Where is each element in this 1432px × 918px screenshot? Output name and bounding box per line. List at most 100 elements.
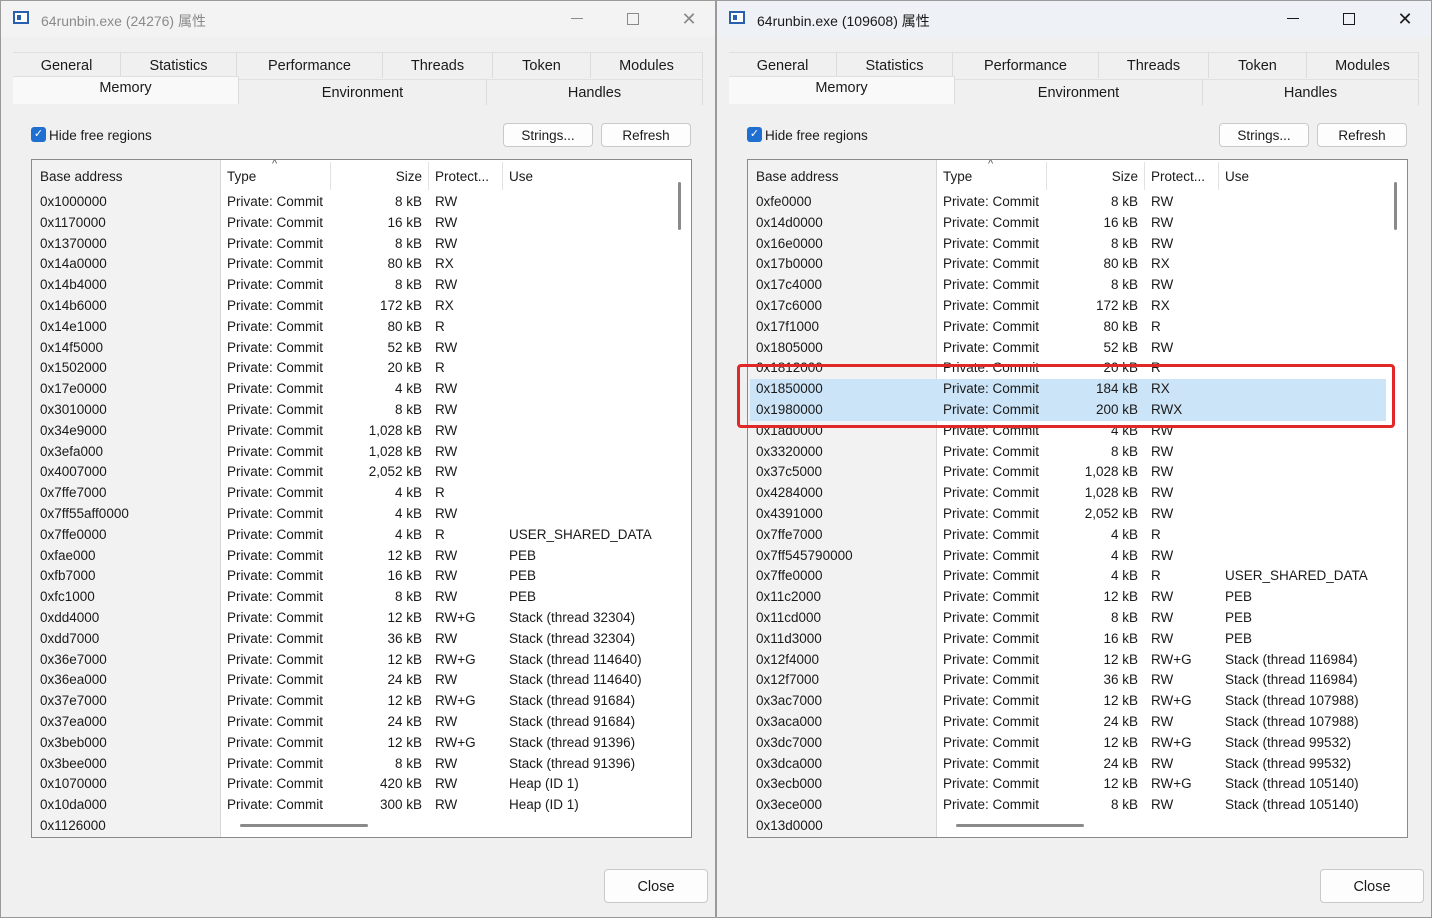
table-row[interactable]: 0x7ffe7000 Private: Commit 4 kB R	[748, 525, 1407, 546]
maximize-button[interactable]	[1323, 1, 1375, 37]
table-row[interactable]: 0x3aca000 Private: Commit 24 kB RW Stack (th…	[748, 712, 1407, 733]
table-row[interactable]: 0x7ffe0000 Private: Commit 4 kB R USER_SHARE…	[748, 566, 1407, 587]
tab-environment[interactable]: Environment	[239, 79, 487, 105]
table-row[interactable]: 0x10da000 Private: Commit 300 kB RW Heap (ID…	[32, 795, 691, 816]
column-header-size[interactable]: Size	[322, 169, 422, 184]
column-header-protection[interactable]: Protect...	[435, 169, 489, 184]
column-header-base-address[interactable]: Base address	[40, 169, 123, 184]
table-row[interactable]: 0x1502000 Private: Commit 20 kB R	[32, 358, 691, 379]
tab-statistics[interactable]: Statistics	[837, 52, 953, 78]
tab-general[interactable]: General	[13, 52, 121, 78]
memory-list[interactable]: Base address Type ^ Size Protect... Use …	[31, 159, 692, 838]
close-button[interactable]: Close	[604, 869, 708, 903]
table-row[interactable]: 0x7ff55aff0000 Private: Commit 4 kB RW	[32, 504, 691, 525]
table-row[interactable]: 0x1070000 Private: Commit 420 kB RW Heap (ID…	[32, 774, 691, 795]
table-row[interactable]: 0x12f4000 Private: Commit 12 kB RW+G Stack (…	[748, 650, 1407, 671]
vertical-scrollbar[interactable]	[1394, 182, 1397, 230]
memory-list[interactable]: Base address Type ^ Size Protect... Use …	[747, 159, 1408, 838]
table-row[interactable]: 0x17c6000 Private: Commit 172 kB RX	[748, 296, 1407, 317]
title-bar[interactable]: 64runbin.exe (109608) 属性 ✕	[717, 1, 1431, 37]
table-row[interactable]: 0x17f1000 Private: Commit 80 kB R	[748, 317, 1407, 338]
title-bar[interactable]: 64runbin.exe (24276) 属性 ✕	[1, 1, 715, 37]
table-row[interactable]: 0x1170000 Private: Commit 16 kB RW	[32, 213, 691, 234]
column-divider[interactable]	[428, 162, 429, 190]
column-header-size[interactable]: Size	[1038, 169, 1138, 184]
column-divider[interactable]	[1218, 162, 1219, 190]
minimize-button[interactable]	[1267, 1, 1319, 37]
table-row[interactable]: 0x7ffe0000 Private: Commit 4 kB R USER_SHARE…	[32, 525, 691, 546]
tab-statistics[interactable]: Statistics	[121, 52, 237, 78]
table-row[interactable]: 0x3efa000 Private: Commit 1,028 kB RW	[32, 442, 691, 463]
column-divider[interactable]	[502, 162, 503, 190]
minimize-button[interactable]	[551, 1, 603, 37]
tab-token[interactable]: Token	[493, 52, 591, 78]
table-row[interactable]: 0x3ece000 Private: Commit 8 kB RW Stack (thr…	[748, 795, 1407, 816]
hide-free-regions-checkbox[interactable]: ✓	[747, 127, 762, 142]
table-row[interactable]: 0x3bee000 Private: Commit 8 kB RW Stack (thr…	[32, 754, 691, 775]
tab-modules[interactable]: Modules	[1307, 52, 1419, 78]
tab-memory[interactable]: Memory	[729, 76, 955, 104]
tab-handles[interactable]: Handles	[487, 79, 703, 105]
table-row[interactable]: 0x11cd000 Private: Commit 8 kB RW PEB	[748, 608, 1407, 629]
maximize-button[interactable]	[607, 1, 659, 37]
tab-general[interactable]: General	[729, 52, 837, 78]
table-row[interactable]: 0x12f7000 Private: Commit 36 kB RW Stack (th…	[748, 670, 1407, 691]
tab-memory[interactable]: Memory	[13, 76, 239, 104]
table-row[interactable]: 0x17c4000 Private: Commit 8 kB RW	[748, 275, 1407, 296]
table-row[interactable]: 0xdd7000 Private: Commit 36 kB RW Stack (thr…	[32, 629, 691, 650]
table-row[interactable]: 0x3dc7000 Private: Commit 12 kB RW+G Stack (…	[748, 733, 1407, 754]
table-row[interactable]: 0x17b0000 Private: Commit 80 kB RX	[748, 254, 1407, 275]
column-header-use[interactable]: Use	[1225, 169, 1249, 184]
table-row[interactable]: 0x1000000 Private: Commit 8 kB RW	[32, 192, 691, 213]
table-row[interactable]: 0x3010000 Private: Commit 8 kB RW	[32, 400, 691, 421]
table-row[interactable]: 0x36ea000 Private: Commit 24 kB RW Stack (th…	[32, 670, 691, 691]
tab-handles[interactable]: Handles	[1203, 79, 1419, 105]
strings-button[interactable]: Strings...	[503, 123, 593, 147]
table-row[interactable]: 0x4391000 Private: Commit 2,052 kB RW	[748, 504, 1407, 525]
table-row[interactable]: 0xfe0000 Private: Commit 8 kB RW	[748, 192, 1407, 213]
horizontal-scrollbar[interactable]	[240, 824, 368, 827]
table-row[interactable]: 0x3dca000 Private: Commit 24 kB RW Stack (th…	[748, 754, 1407, 775]
table-row[interactable]: 0x37ea000 Private: Commit 24 kB RW Stack (th…	[32, 712, 691, 733]
table-row[interactable]: 0x4007000 Private: Commit 2,052 kB RW	[32, 462, 691, 483]
table-row[interactable]: 0x14e1000 Private: Commit 80 kB R	[32, 317, 691, 338]
column-header-type[interactable]: Type	[943, 169, 972, 184]
table-row[interactable]: 0x3320000 Private: Commit 8 kB RW	[748, 442, 1407, 463]
table-row[interactable]: 0xfc1000 Private: Commit 8 kB RW PEB	[32, 587, 691, 608]
column-header-protection[interactable]: Protect...	[1151, 169, 1205, 184]
strings-button[interactable]: Strings...	[1219, 123, 1309, 147]
table-row[interactable]: 0x11c2000 Private: Commit 12 kB RW PEB	[748, 587, 1407, 608]
horizontal-scrollbar[interactable]	[956, 824, 1084, 827]
vertical-scrollbar[interactable]	[678, 182, 681, 230]
table-row[interactable]: 0x14b6000 Private: Commit 172 kB RX	[32, 296, 691, 317]
tab-threads[interactable]: Threads	[1099, 52, 1209, 78]
refresh-button[interactable]: Refresh	[601, 123, 691, 147]
column-header-type[interactable]: Type	[227, 169, 256, 184]
table-row[interactable]: 0x7ff545790000 Private: Commit 4 kB RW	[748, 546, 1407, 567]
table-row[interactable]: 0x37e7000 Private: Commit 12 kB RW+G Stack (…	[32, 691, 691, 712]
hide-free-regions-label[interactable]: Hide free regions	[49, 128, 152, 143]
window-close-button[interactable]: ✕	[663, 1, 715, 37]
table-row[interactable]: 0x1805000 Private: Commit 52 kB RW	[748, 338, 1407, 359]
column-divider[interactable]	[1144, 162, 1145, 190]
table-row[interactable]: 0xfb7000 Private: Commit 16 kB RW PEB	[32, 566, 691, 587]
table-row[interactable]: 0x17e0000 Private: Commit 4 kB RW	[32, 379, 691, 400]
table-row[interactable]: 0x14a0000 Private: Commit 80 kB RX	[32, 254, 691, 275]
table-row[interactable]: 0x14b4000 Private: Commit 8 kB RW	[32, 275, 691, 296]
table-row[interactable]: 0x11d3000 Private: Commit 16 kB RW PEB	[748, 629, 1407, 650]
table-row[interactable]: 0x34e9000 Private: Commit 1,028 kB RW	[32, 421, 691, 442]
tab-threads[interactable]: Threads	[383, 52, 493, 78]
table-row[interactable]: 0x36e7000 Private: Commit 12 kB RW+G Stack (…	[32, 650, 691, 671]
table-row[interactable]: 0x14f5000 Private: Commit 52 kB RW	[32, 338, 691, 359]
hide-free-regions-checkbox[interactable]: ✓	[31, 127, 46, 142]
window-close-button[interactable]: ✕	[1379, 1, 1431, 37]
tab-modules[interactable]: Modules	[591, 52, 703, 78]
column-header-base-address[interactable]: Base address	[756, 169, 839, 184]
tab-performance[interactable]: Performance	[953, 52, 1099, 78]
table-row[interactable]: 0x7ffe7000 Private: Commit 4 kB R	[32, 483, 691, 504]
table-row[interactable]: 0x37c5000 Private: Commit 1,028 kB RW	[748, 462, 1407, 483]
close-button[interactable]: Close	[1320, 869, 1424, 903]
table-row[interactable]: 0x4284000 Private: Commit 1,028 kB RW	[748, 483, 1407, 504]
table-row[interactable]: 0x1370000 Private: Commit 8 kB RW	[32, 234, 691, 255]
table-row[interactable]: 0xdd4000 Private: Commit 12 kB RW+G Stack (t…	[32, 608, 691, 629]
